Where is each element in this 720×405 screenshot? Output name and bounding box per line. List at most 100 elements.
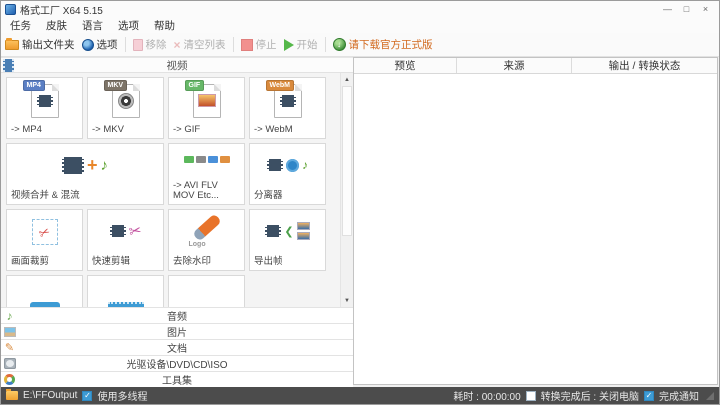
section-header-video[interactable]: 视频 [1,57,353,73]
audio-note-icon: ♪ [3,309,16,322]
download-official-label: 请下载官方正式版 [349,37,433,52]
disc-icon [118,93,134,109]
section-toolset[interactable]: 工具集 [1,371,353,387]
scroll-down-icon[interactable]: ▼ [341,294,353,307]
logo-text: Logo [189,241,206,248]
tile-splitter[interactable]: ♪ 分离器 [249,143,326,205]
document-pencil-icon: ✎ [3,341,16,354]
toolbar-separator [125,37,126,52]
output-path[interactable]: E:\FFOutput [23,390,77,401]
tile-label: 画面裁剪 [11,257,49,268]
main-area: 视频 MP4 -> MP4 [1,57,719,387]
notify-checkbox[interactable]: ✓ [644,391,654,401]
multithread-label[interactable]: 使用多线程 [97,388,147,403]
multithread-checkbox[interactable]: ✓ [82,391,92,401]
tile-to-mp4[interactable]: MP4 -> MP4 [6,77,83,139]
remove-button[interactable]: 移除 [133,37,167,52]
app-icon [5,4,16,15]
scissors-icon: ✂ [127,223,142,240]
minimize-icon[interactable]: — [658,2,677,16]
titlebar: 格式工厂 X64 5.15 — □ × [1,1,719,17]
gif-badge: GIF [185,80,205,91]
tile-label: 视频合并 & 混流 [11,191,80,202]
tile-row-4 [6,275,353,307]
column-preview[interactable]: 预览 [354,58,457,73]
tile-quick-clip[interactable]: ✂ 快速剪辑 [87,209,164,271]
section-audio[interactable]: ♪ 音频 [1,307,353,323]
clear-list-icon: × [174,39,181,51]
tile-partial[interactable] [168,275,245,307]
menu-item-options[interactable]: 选项 [118,18,139,33]
menu-item-task[interactable]: 任务 [10,18,31,33]
download-official-button[interactable]: ↓ 请下载官方正式版 [333,37,433,52]
remove-icon [133,39,143,51]
tile-to-gif[interactable]: GIF -> GIF [168,77,245,139]
elapsed-time: 耗时 : 00:00:00 [453,388,520,403]
tile-to-avi-flv-mov[interactable]: -> AVI FLV MOV Etc... [168,143,245,205]
maximize-icon[interactable]: □ [677,2,696,16]
tile-to-mkv[interactable]: MKV -> MKV [87,77,164,139]
section-label: 文档 [1,340,353,355]
disc-drive-icon [4,358,16,369]
section-label: 光驱设备\DVD\CD\ISO [1,356,353,371]
stop-button[interactable]: 停止 [241,37,277,52]
shutdown-label[interactable]: 转换完成后 : 关闭电脑 [541,388,639,403]
tile-crop-picture[interactable]: ✂ 画面裁剪 [6,209,83,271]
tile-row-1: MP4 -> MP4 MKV -> MK [6,77,353,139]
section-optical-dvd-cd-iso[interactable]: 光驱设备\DVD\CD\ISO [1,355,353,371]
queue-table-body[interactable] [354,74,717,384]
tile-label: -> AVI FLV MOV Etc... [173,181,219,202]
movie-reel-icon [286,159,299,172]
play-icon [284,39,294,51]
toolset-icon [4,374,15,385]
mp4-badge: MP4 [23,80,45,91]
section-label: 图片 [1,324,353,339]
clear-list-label: 清空列表 [184,37,226,52]
scroll-up-icon[interactable]: ▲ [341,73,353,86]
tile-label: -> GIF [173,125,200,136]
video-header-label: 视频 [1,58,353,73]
film-icon [37,95,53,107]
resize-grip[interactable] [706,392,714,400]
column-output-status[interactable]: 输出 / 转换状态 [572,58,717,73]
section-document[interactable]: ✎ 文档 [1,339,353,355]
window-title: 格式工厂 X64 5.15 [20,2,103,17]
mkv-file-icon: MKV [112,84,140,118]
toolbar-separator [233,37,234,52]
menu-item-help[interactable]: 帮助 [154,18,175,33]
mkv-badge: MKV [104,80,128,91]
tile-remove-watermark[interactable]: Logo 去除水印 [168,209,245,271]
tile-partial[interactable] [87,275,164,307]
tile-partial[interactable] [6,275,83,307]
tile-to-webm[interactable]: WebM -> WebM [249,77,326,139]
scrollbar-thumb[interactable] [342,86,352,236]
clear-list-button[interactable]: × 清空列表 [174,37,226,52]
section-picture[interactable]: 图片 [1,323,353,339]
music-note-icon: ♪ [302,159,308,171]
output-folder-button[interactable]: 输出文件夹 [5,37,75,52]
scissors-icon: ✂ [37,224,52,240]
webm-file-icon: WebM [274,84,302,118]
options-button[interactable]: 选项 [82,37,118,52]
tiles-scrollbar[interactable]: ▲ ▼ [340,73,353,307]
tile-label: 快速剪辑 [92,257,130,268]
close-icon[interactable]: × [696,2,715,16]
download-icon: ↓ [333,38,346,51]
film-icon [280,95,296,107]
toolbar: 输出文件夹 选项 移除 × 清空列表 停止 开始 ↓ 请下载官方正式版 [1,33,719,57]
notify-label[interactable]: 完成通知 [659,388,699,403]
column-source[interactable]: 来源 [457,58,572,73]
menu-item-language[interactable]: 语言 [82,18,103,33]
tile-row-2: + ♪ 视频合并 & 混流 -> AVI FLV MOV Etc... [6,143,353,205]
tile-label: -> MKV [92,125,124,136]
film-icon [110,225,126,237]
shutdown-checkbox[interactable] [526,391,536,401]
window-controls: — □ × [658,2,715,16]
tile-export-frames[interactable]: ❮ 导出帧 [249,209,326,271]
menu-item-skin[interactable]: 皮肤 [46,18,67,33]
format-badges-icon [184,156,230,163]
start-button[interactable]: 开始 [284,37,318,52]
folder-icon [5,40,19,50]
crop-selection-icon: ✂ [32,219,58,245]
tile-video-merge-mux[interactable]: + ♪ 视频合并 & 混流 [6,143,164,205]
